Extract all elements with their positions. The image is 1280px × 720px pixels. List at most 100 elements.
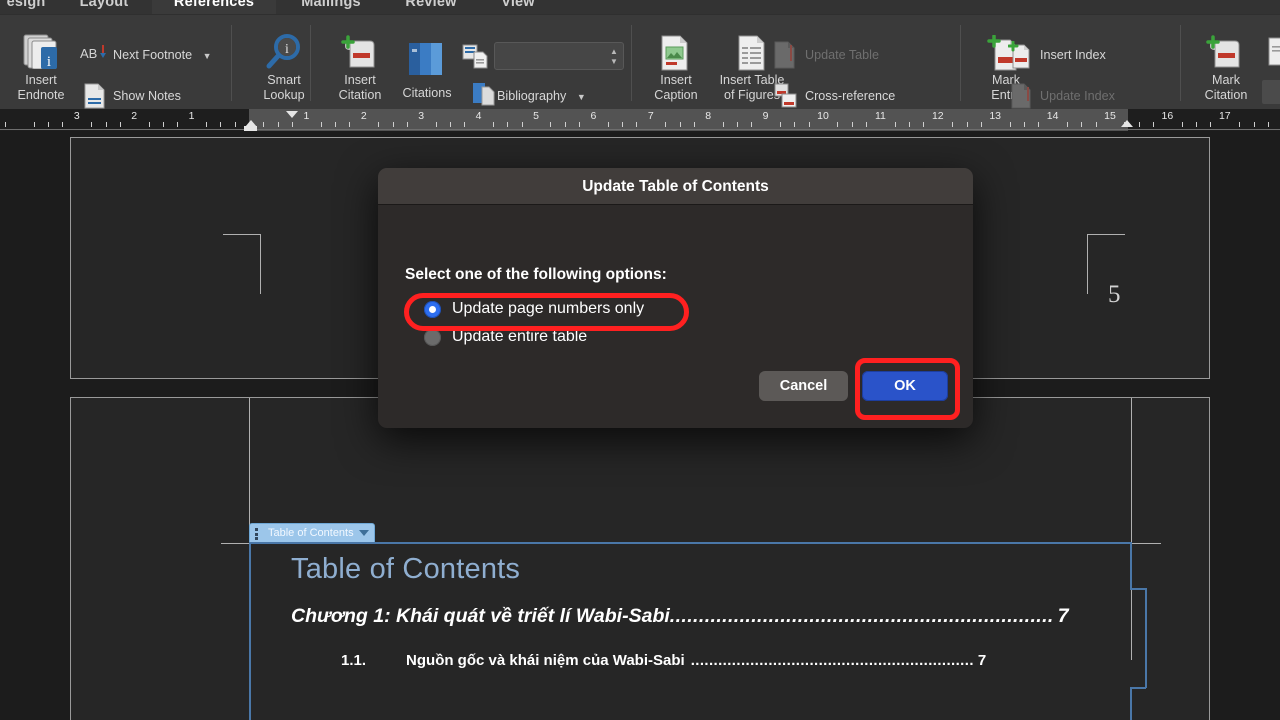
- insert-citation-icon: [340, 35, 380, 76]
- toc-entry-text: Nguồn gốc và khái niệm của Wabi-Sabi: [406, 652, 685, 669]
- tab-view[interactable]: View: [482, 0, 554, 14]
- content-control-tab[interactable]: Table of Contents: [249, 523, 375, 543]
- update-table-icon: [772, 41, 798, 74]
- ruler-tick: [492, 122, 494, 127]
- ruler-tick: [736, 122, 738, 127]
- ruler-tick: [521, 122, 523, 127]
- radio-update-page-numbers-only[interactable]: Update page numbers only: [424, 300, 644, 318]
- update-toc-dialog[interactable]: Update Table of Contents Select one of t…: [378, 168, 973, 428]
- ruler-tick: [292, 122, 294, 127]
- ruler-tick: [1210, 122, 1212, 127]
- cancel-button[interactable]: Cancel: [759, 371, 848, 401]
- ruler-tick: [1267, 122, 1269, 127]
- ruler-number: 2: [360, 110, 367, 122]
- spinner-up-icon[interactable]: ▲: [610, 48, 618, 56]
- ruler-tick: [464, 122, 466, 127]
- ribbon-overflow-button[interactable]: [1262, 80, 1280, 104]
- right-indent-marker[interactable]: [1121, 120, 1133, 127]
- ruler-tick: [1023, 122, 1025, 127]
- tab-design[interactable]: esign: [0, 0, 66, 14]
- toc-entry-level2[interactable]: 1.1. Nguồn gốc và khái niệm của Wabi-Sabi…: [341, 652, 986, 669]
- ruler-tick: [507, 122, 509, 127]
- show-notes-button[interactable]: Show Notes: [113, 86, 181, 106]
- tab-layout[interactable]: Layout: [62, 0, 146, 14]
- drag-handle-icon[interactable]: [255, 528, 258, 540]
- ruler-tick: [952, 122, 954, 127]
- ruler-tick: [866, 122, 868, 127]
- toc-heading: Table of Contents: [291, 553, 521, 585]
- insert-table-of-authorities-icon[interactable]: [1268, 37, 1280, 72]
- next-footnote-label: Next Footnote: [113, 48, 193, 62]
- ruler-tick: [851, 122, 853, 127]
- page-number: 5: [1108, 281, 1121, 308]
- insert-endnote-button[interactable]: Insert Endnote: [2, 73, 80, 102]
- document-page-current[interactable]: [70, 397, 1210, 720]
- toc-leader-dots: ........................................…: [690, 652, 974, 669]
- smart-lookup-icon: i: [265, 33, 303, 76]
- ruler-tick: [751, 122, 753, 127]
- toc-entry-level1[interactable]: Chương 1: Khái quát về triết lí Wabi-Sab…: [291, 605, 1069, 628]
- ruler-tick: [435, 122, 437, 127]
- ruler-tick: [33, 122, 35, 127]
- radio-update-entire-table[interactable]: Update entire table: [424, 328, 587, 346]
- ruler-tick: [1009, 122, 1011, 127]
- ruler-tick: [220, 122, 222, 127]
- update-table-button: Update Table: [805, 45, 879, 65]
- mark-citation-icon: [1205, 35, 1245, 76]
- mark-citation-button[interactable]: Mark Citation: [1187, 73, 1265, 102]
- spinner-down-icon[interactable]: ▼: [610, 58, 618, 66]
- insert-index-button[interactable]: Insert Index: [1040, 45, 1106, 65]
- chevron-down-icon[interactable]: [358, 530, 369, 536]
- ruler-tick: [234, 122, 236, 127]
- ruler-tick: [62, 122, 64, 127]
- radio-button-unselected-icon[interactable]: [424, 328, 441, 346]
- bibliography-style-combobox[interactable]: ▲ ▼: [494, 42, 624, 70]
- ruler-number: 13: [989, 110, 1002, 122]
- insert-citation-button[interactable]: Insert Citation: [321, 73, 399, 102]
- table-of-figures-icon: [737, 35, 767, 76]
- ruler-number: 1: [188, 110, 195, 122]
- bibliography-button[interactable]: Bibliography ▼: [497, 86, 586, 106]
- chevron-down-icon[interactable]: ▼: [577, 92, 586, 102]
- ruler-number: 12: [931, 110, 944, 122]
- ruler-tick: [1239, 122, 1241, 127]
- tab-mailings[interactable]: Mailings: [282, 0, 380, 14]
- ruler-tick: [894, 122, 896, 127]
- toc-entry-number: 1.1.: [341, 652, 367, 669]
- ribbon-separator: [1180, 25, 1181, 101]
- ruler-number: 8: [705, 110, 712, 122]
- ruler-tick: [1038, 122, 1040, 127]
- tab-references[interactable]: References: [152, 0, 276, 14]
- next-footnote-button[interactable]: Next Footnote ▼: [113, 45, 212, 65]
- ruler-tick: [91, 122, 93, 127]
- endnote-icon: i: [22, 33, 62, 74]
- ruler-tick: [277, 122, 279, 127]
- ruler-tick: [392, 122, 394, 127]
- citations-button[interactable]: Citations: [390, 86, 464, 101]
- ruler-tick: [119, 122, 121, 127]
- ruler-tick: [808, 122, 810, 127]
- cross-reference-button[interactable]: Cross-reference: [805, 86, 895, 106]
- first-line-indent-marker[interactable]: [286, 111, 298, 118]
- ruler-tick: [162, 122, 164, 127]
- insert-caption-icon: [659, 35, 691, 76]
- smart-lookup-button[interactable]: Smart Lookup: [245, 73, 323, 102]
- ruler-number: 17: [1218, 110, 1231, 122]
- radio-label: Update page numbers only: [452, 300, 645, 317]
- radio-button-selected-icon[interactable]: [424, 300, 441, 318]
- ruler-number: 15: [1104, 110, 1116, 122]
- ruler-tick: [665, 122, 667, 127]
- ruler-tick: [607, 122, 609, 127]
- chevron-down-icon[interactable]: ▼: [203, 51, 212, 61]
- ruler-tick: [779, 122, 781, 127]
- citations-icon: [407, 39, 449, 84]
- ok-button[interactable]: OK: [862, 371, 948, 401]
- ruler-number: 1: [303, 110, 310, 122]
- horizontal-ruler[interactable]: 3 2 1 1 2 3 4 5 6 7 8 9 10 11 12 13 14 15 16 17: [0, 109, 1280, 131]
- tab-review[interactable]: Review: [386, 0, 476, 14]
- ruler-number: 11: [874, 110, 886, 122]
- ruler-number: 2: [131, 110, 138, 122]
- text-area-right-edge: [1131, 398, 1132, 660]
- content-control-left-border: [249, 542, 251, 720]
- content-control-top-border: [249, 542, 1132, 544]
